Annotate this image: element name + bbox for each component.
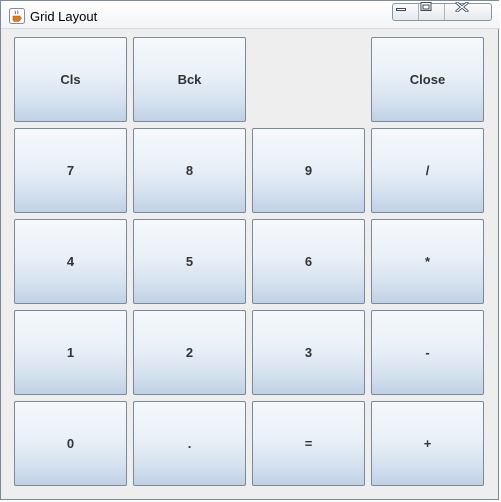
digit-6-button[interactable]: 6 — [252, 219, 365, 304]
window-controls — [392, 2, 492, 21]
button-label: Cls — [60, 72, 81, 87]
window-title: Grid Layout — [30, 9, 98, 24]
button-label: 5 — [185, 254, 194, 269]
divide-button[interactable]: / — [371, 128, 484, 213]
button-label: / — [425, 163, 430, 178]
button-label: Bck — [177, 72, 202, 87]
button-label: Close — [409, 72, 446, 87]
digit-7-button[interactable]: 7 — [14, 128, 127, 213]
add-button[interactable]: + — [371, 401, 484, 486]
button-label: 6 — [304, 254, 313, 269]
button-label: = — [304, 436, 313, 451]
button-label: 4 — [66, 254, 75, 269]
button-label: 3 — [304, 345, 313, 360]
java-cup-icon — [9, 8, 25, 24]
digit-3-button[interactable]: 3 — [252, 310, 365, 395]
digit-1-button[interactable]: 1 — [14, 310, 127, 395]
digit-5-button[interactable]: 5 — [133, 219, 246, 304]
digit-9-button[interactable]: 9 — [252, 128, 365, 213]
button-label: 8 — [185, 163, 194, 178]
close-button[interactable]: Close — [371, 37, 484, 122]
minimize-button[interactable] — [393, 4, 419, 20]
button-label: + — [423, 436, 432, 451]
digit-2-button[interactable]: 2 — [133, 310, 246, 395]
close-window-button[interactable] — [445, 2, 491, 20]
button-label: 1 — [66, 345, 75, 360]
equals-button[interactable]: = — [252, 401, 365, 486]
digit-0-button[interactable]: 0 — [14, 401, 127, 486]
bck-button[interactable]: Bck — [133, 37, 246, 122]
multiply-button[interactable]: * — [371, 219, 484, 304]
button-label: 7 — [66, 163, 75, 178]
button-label: 0 — [66, 436, 75, 451]
subtract-button[interactable]: - — [371, 310, 484, 395]
button-label: 9 — [304, 163, 313, 178]
button-label: * — [424, 254, 431, 269]
button-label: 2 — [185, 345, 194, 360]
digit-4-button[interactable]: 4 — [14, 219, 127, 304]
maximize-button[interactable] — [419, 2, 445, 20]
button-label: - — [425, 345, 430, 360]
decimal-point-button[interactable]: . — [133, 401, 246, 486]
app-window: Grid Layout Cls Bck Close 7 8 9 / 4 5 6 … — [0, 0, 500, 500]
button-label: . — [187, 436, 192, 451]
digit-8-button[interactable]: 8 — [133, 128, 246, 213]
cls-button[interactable]: Cls — [14, 37, 127, 122]
title-bar[interactable]: Grid Layout — [1, 1, 500, 29]
